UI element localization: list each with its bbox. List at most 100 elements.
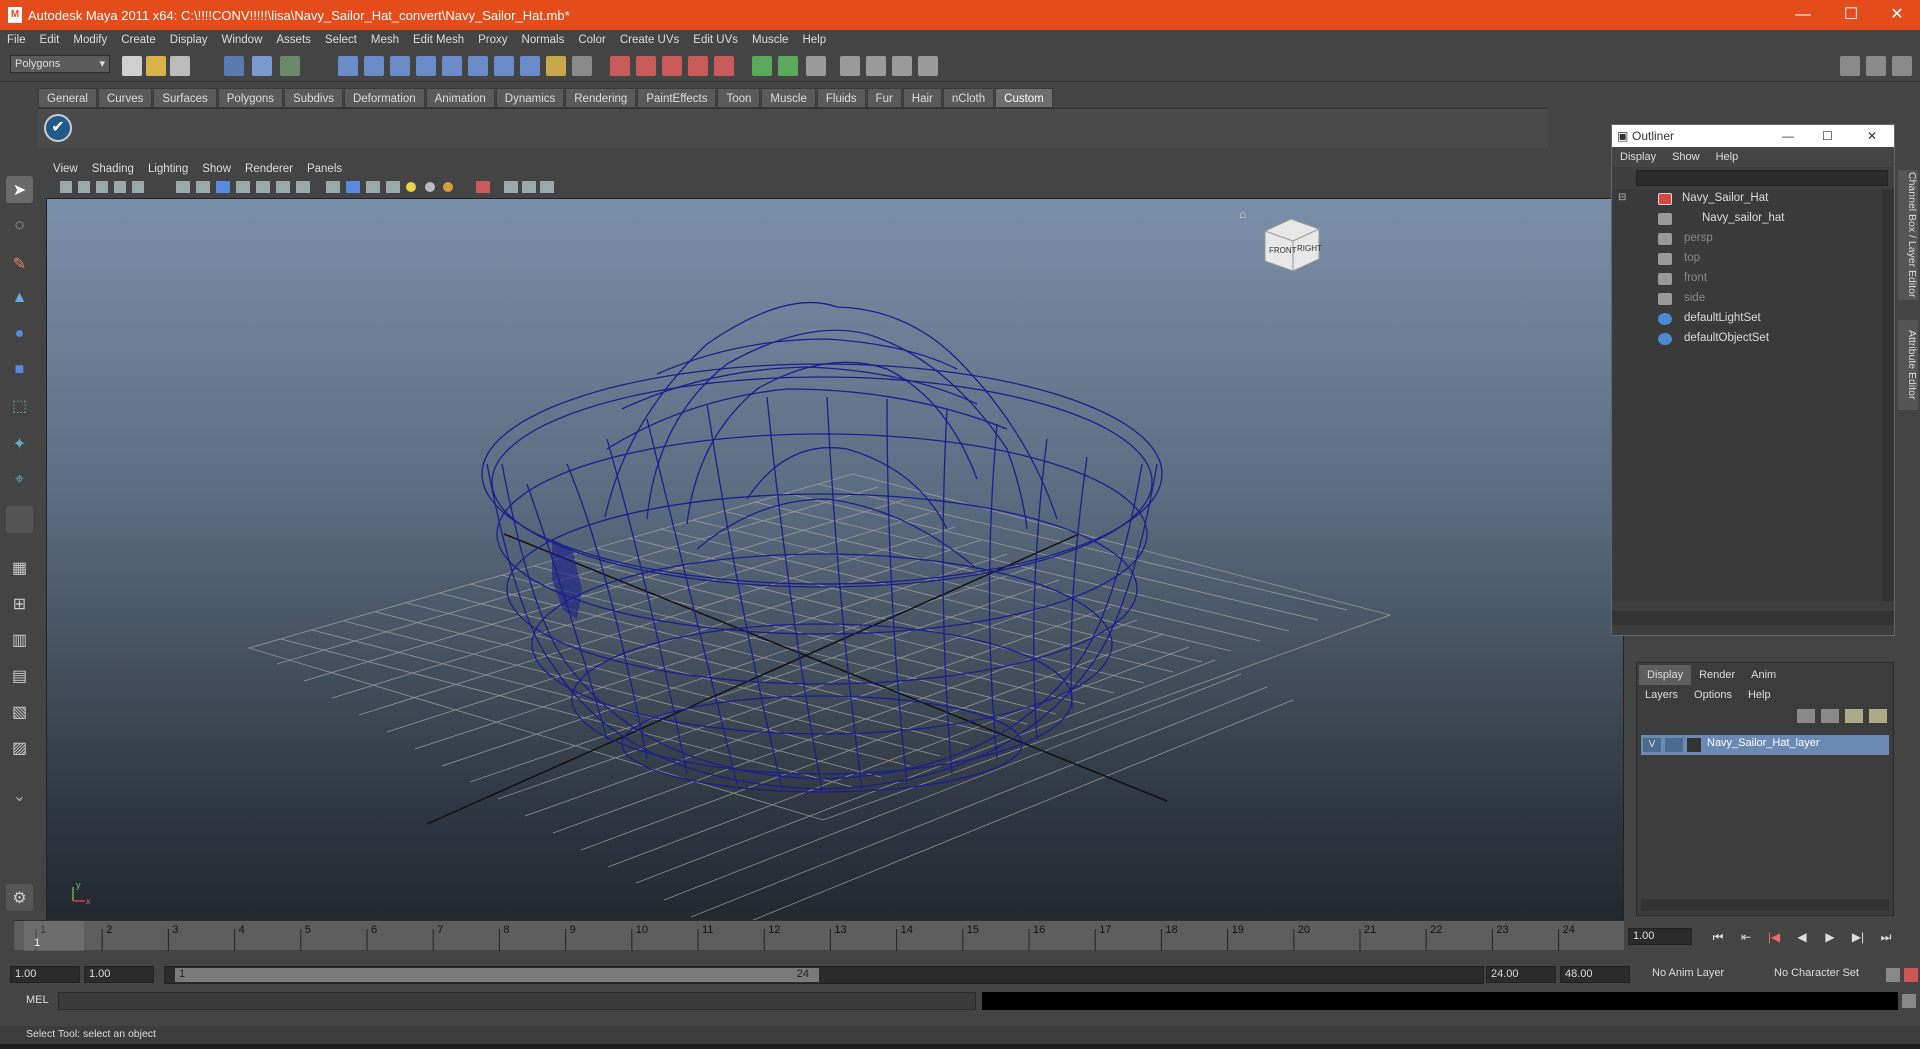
step-forward-frame-button[interactable]: ▶| — [1848, 928, 1868, 946]
go-to-start-button[interactable]: ⏮ — [1708, 928, 1728, 946]
menu-display[interactable]: Display — [163, 34, 215, 46]
collapse-icon[interactable]: ⊟ — [1618, 192, 1626, 203]
tab-anim[interactable]: Anim — [1743, 665, 1784, 685]
magnet-5-icon[interactable] — [714, 56, 734, 76]
anim-layer-dropdown[interactable]: No Anim Layer — [1648, 966, 1758, 983]
tab-dynamics[interactable]: Dynamics — [495, 88, 565, 108]
outliner-item[interactable]: side — [1684, 289, 1705, 307]
open-scene-icon[interactable] — [146, 56, 166, 76]
tab-surfaces[interactable]: Surfaces — [153, 88, 217, 108]
render-current-frame-icon[interactable] — [806, 56, 826, 76]
magnet-3-icon[interactable] — [662, 56, 682, 76]
tab-ncloth[interactable]: nCloth — [942, 88, 995, 108]
menu-select[interactable]: Select — [318, 34, 364, 46]
new-scene-icon[interactable] — [122, 56, 142, 76]
persp-graph-layout-icon[interactable]: ▤ — [6, 662, 33, 689]
animation-end-field[interactable]: 48.00 — [1560, 966, 1630, 983]
soft-mod-icon[interactable]: ✦ — [6, 430, 33, 457]
outliner-item[interactable]: Navy_sailor_hat — [1702, 209, 1784, 227]
mode-selector[interactable]: Polygons ▾ — [10, 55, 110, 73]
layer-star-2-icon[interactable] — [1869, 709, 1887, 723]
tab-fluids[interactable]: Fluids — [816, 88, 866, 108]
command-language-label[interactable]: MEL — [26, 994, 49, 1006]
tab-polygons[interactable]: Polygons — [217, 88, 284, 108]
layer-color-swatch[interactable] — [1687, 738, 1701, 752]
help-icon[interactable] — [520, 56, 540, 76]
snap-live-icon[interactable] — [494, 56, 514, 76]
new-layer-selected-icon[interactable] — [1821, 709, 1839, 723]
outliner-item[interactable]: persp — [1684, 229, 1713, 247]
tab-toon[interactable]: Toon — [717, 88, 761, 108]
more-layouts-icon[interactable]: ⌄ — [6, 782, 33, 809]
range-slider-track[interactable]: 1 24 — [164, 966, 1484, 984]
menu-help[interactable]: Help — [795, 34, 833, 46]
persp-outliner-layout-icon[interactable]: ▨ — [6, 734, 33, 761]
save-scene-icon[interactable] — [170, 56, 190, 76]
layer-visibility-toggle[interactable]: V — [1643, 738, 1661, 752]
current-frame-marker[interactable] — [24, 921, 84, 951]
snap-view-icon[interactable] — [468, 56, 488, 76]
perspective-viewport[interactable]: FRONT RIGHT ⌂ y x — [46, 198, 1624, 922]
last-tool-icon[interactable] — [6, 506, 33, 533]
show-attribute-editor-icon[interactable] — [1840, 56, 1860, 76]
tab-animation[interactable]: Animation — [425, 88, 495, 108]
layer-scrollbar[interactable] — [1641, 899, 1889, 911]
show-channel-box-icon[interactable] — [1892, 56, 1912, 76]
outliner-menu-display[interactable]: Display — [1612, 147, 1664, 167]
layer-menu-options[interactable]: Options — [1686, 685, 1740, 705]
menu-edit[interactable]: Edit — [33, 34, 67, 46]
select-by-hierarchy-icon[interactable] — [224, 56, 244, 76]
menu-edit-mesh[interactable]: Edit Mesh — [406, 34, 471, 46]
command-input[interactable] — [58, 992, 976, 1010]
channel-box-tab[interactable]: Channel Box / Layer Editor — [1898, 170, 1918, 300]
outliner-item[interactable]: front — [1684, 269, 1707, 287]
character-set-dropdown[interactable]: No Character Set — [1770, 966, 1880, 983]
menu-muscle[interactable]: Muscle — [745, 34, 795, 46]
tab-hair[interactable]: Hair — [902, 88, 942, 108]
construction-history-icon[interactable] — [572, 56, 592, 76]
outliner-item[interactable]: defaultObjectSet — [1684, 329, 1769, 347]
viewport-menu-show[interactable]: Show — [195, 160, 238, 178]
select-by-component-icon[interactable] — [280, 56, 300, 76]
menu-normals[interactable]: Normals — [515, 34, 572, 46]
ipr-render-icon[interactable] — [866, 56, 886, 76]
check-icon[interactable]: ✔ — [44, 114, 72, 142]
viewport-menu-panels[interactable]: Panels — [300, 160, 349, 178]
play-backwards-button[interactable]: ◀ — [1792, 928, 1812, 946]
outliner-maximize-button[interactable]: ☐ — [1822, 125, 1833, 147]
snap-point-icon[interactable] — [390, 56, 410, 76]
two-pane-layout-icon[interactable]: ▥ — [6, 626, 33, 653]
outliner-menu-show[interactable]: Show — [1664, 147, 1708, 167]
viewport-menu-renderer[interactable]: Renderer — [238, 160, 300, 178]
home-icon[interactable]: ⌂ — [1239, 207, 1246, 221]
tab-muscle[interactable]: Muscle — [761, 88, 816, 108]
snap-curve-icon[interactable] — [364, 56, 384, 76]
play-forwards-button[interactable]: ▶ — [1820, 928, 1840, 946]
menu-create[interactable]: Create — [114, 34, 163, 46]
snap-plane-icon[interactable] — [416, 56, 436, 76]
magnet-icon[interactable] — [610, 56, 630, 76]
layer-menu-layers[interactable]: Layers — [1637, 685, 1686, 705]
layer-playback-toggle[interactable] — [1665, 738, 1683, 752]
outliner-filter-field[interactable] — [1636, 170, 1888, 186]
single-pane-layout-icon[interactable]: ▦ — [6, 554, 33, 581]
show-manip-icon[interactable]: ⌖ — [6, 466, 33, 493]
outliner-item[interactable]: Navy_Sailor_Hat — [1682, 189, 1768, 207]
go-to-end-button[interactable]: ⏭ — [1876, 928, 1896, 946]
tab-subdivs[interactable]: Subdivs — [284, 88, 343, 108]
viewport-menu-lighting[interactable]: Lighting — [141, 160, 195, 178]
layer-row[interactable]: V Navy_Sailor_Hat_layer — [1641, 735, 1889, 755]
menu-create-uvs[interactable]: Create UVs — [613, 34, 686, 46]
viewport-menu-view[interactable]: View — [46, 160, 85, 178]
lasso-tool-icon[interactable]: ◌ — [6, 212, 33, 239]
input-ops-icon[interactable] — [752, 56, 772, 76]
four-pane-layout-icon[interactable]: ⊞ — [6, 590, 33, 617]
current-time-field[interactable]: 1.00 — [1628, 928, 1692, 945]
minimize-button[interactable]: — — [1780, 0, 1826, 30]
output-ops-icon[interactable] — [778, 56, 798, 76]
viewport-toolbar-icons[interactable] — [46, 178, 566, 196]
step-back-key-button[interactable]: ⇤ — [1736, 928, 1756, 946]
outliner-close-button[interactable]: ✕ — [1867, 125, 1877, 147]
outliner-horizontal-scrollbar[interactable] — [1612, 611, 1894, 625]
tab-deformation[interactable]: Deformation — [343, 88, 425, 108]
